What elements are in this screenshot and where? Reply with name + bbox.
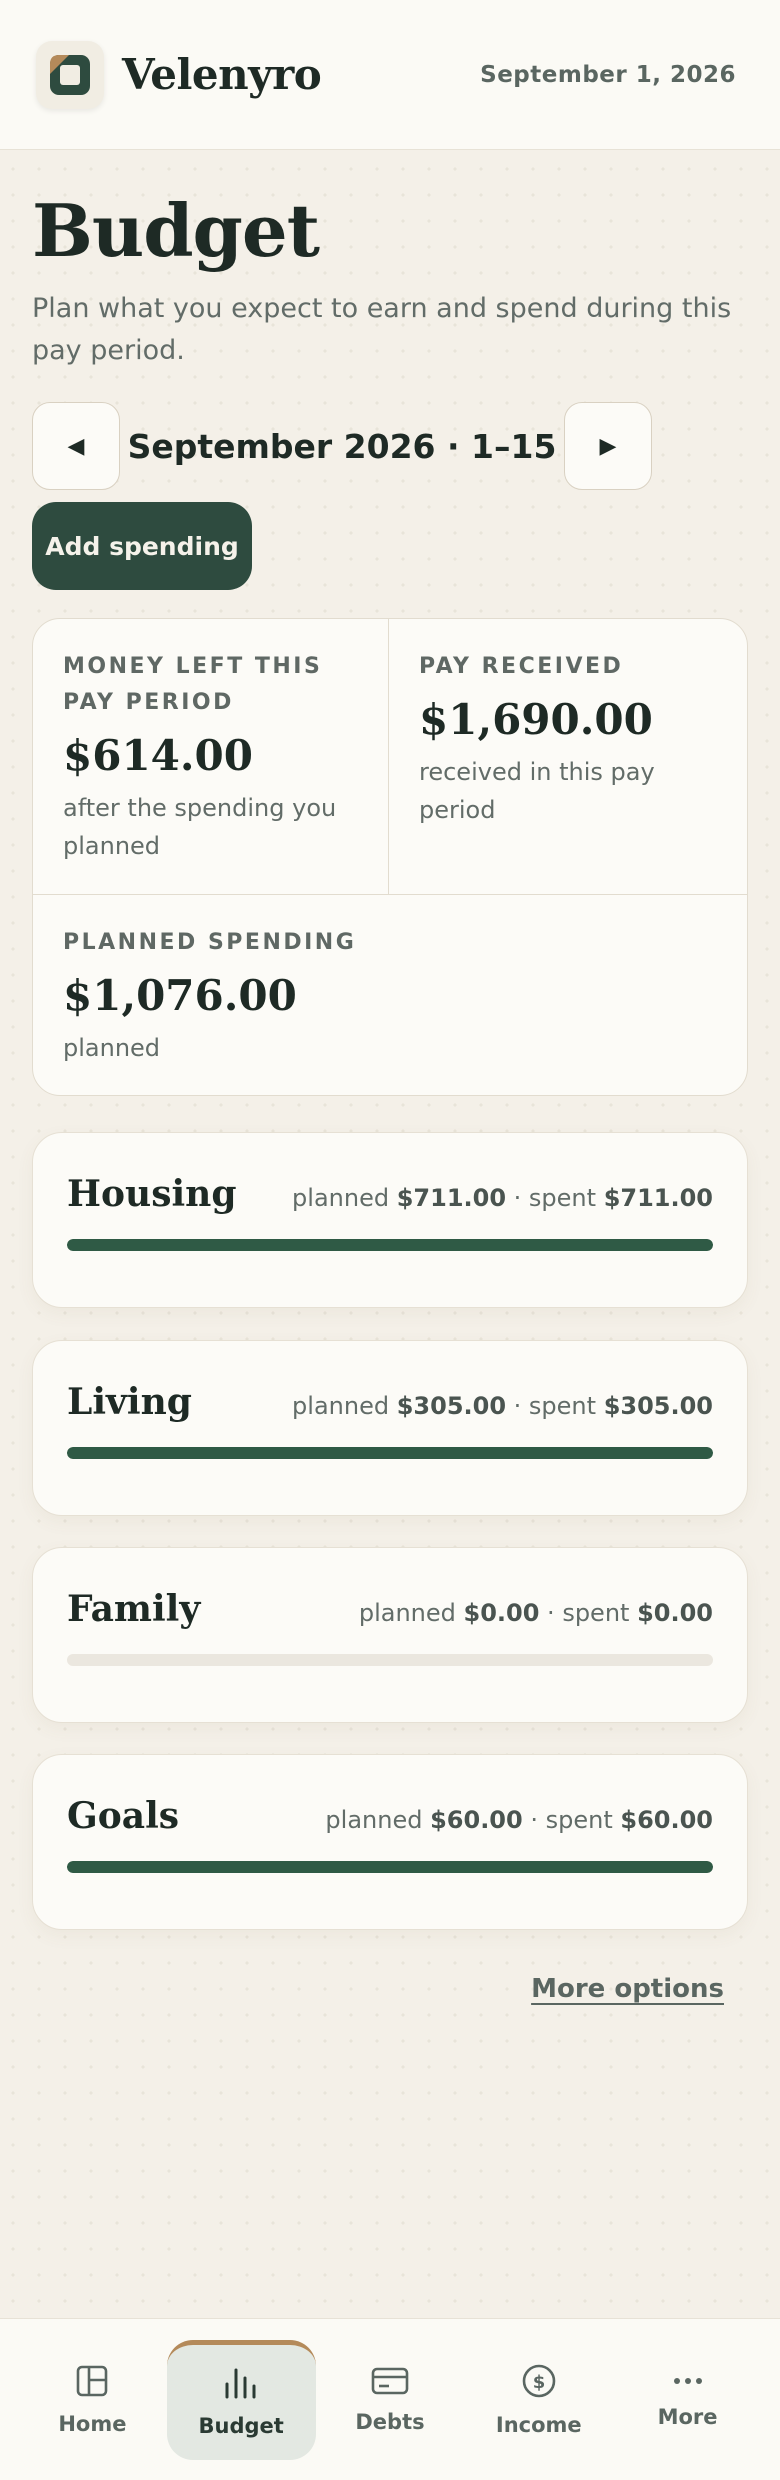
category-name: Living (67, 1381, 192, 1423)
category-amounts: planned $60.00 · spent $60.00 (325, 1806, 713, 1834)
category-progress-bar (67, 1654, 713, 1666)
next-period-button[interactable]: ▶ (563, 402, 652, 490)
planned-spending-note: planned (63, 1034, 161, 1062)
credit-card-icon (371, 2367, 409, 2394)
summary-card: MONEY LEFT THIS PAY PERIOD $614.00 after… (32, 618, 748, 1096)
planned-spending-cell: PLANNED SPENDING $1,076.00 planned (33, 895, 747, 1095)
nav-label: Budget (198, 2414, 284, 2438)
category-amounts: planned $305.00 · spent $305.00 (292, 1392, 713, 1420)
bar-chart-icon (225, 2368, 256, 2399)
category-amounts: planned $711.00 · spent $711.00 (292, 1184, 713, 1212)
nav-item-more[interactable]: More (613, 2340, 762, 2460)
dollar-circle-icon: $ (522, 2364, 556, 2397)
period-selector: ◀ September 2026 · 1–15 ▶ (32, 402, 652, 490)
nav-item-budget[interactable]: Budget (166, 2339, 316, 2460)
triangle-right-icon: ▶ (599, 433, 617, 459)
pay-received-label: PAY RECEIVED (419, 654, 624, 679)
category-name: Housing (67, 1173, 237, 1215)
page-subtitle: Plan what you expect to earn and spend d… (32, 293, 732, 366)
nav-item-income[interactable]: $ Income (464, 2340, 613, 2460)
money-left-label: MONEY LEFT THIS PAY PERIOD (63, 654, 323, 715)
category-progress-bar (67, 1239, 713, 1251)
money-left-cell: MONEY LEFT THIS PAY PERIOD $614.00 after… (33, 619, 389, 895)
category-card-family[interactable]: Family planned $0.00 · spent $0.00 (32, 1547, 748, 1723)
nav-label: Debts (355, 2409, 425, 2434)
add-spending-button[interactable]: Add spending (32, 502, 252, 590)
more-options-link[interactable]: More options (531, 1974, 724, 2004)
nav-item-home[interactable]: Home (18, 2340, 167, 2460)
pay-received-note: received in this pay period (419, 758, 655, 824)
category-progress-bar (67, 1447, 713, 1459)
pay-received-value: $1,690.00 (419, 695, 653, 744)
planned-spending-value: $1,076.00 (63, 971, 297, 1020)
category-card-housing[interactable]: Housing planned $711.00 · spent $711.00 (32, 1132, 748, 1308)
brand-name: Velenyro (122, 50, 322, 99)
ellipsis-icon (673, 2377, 702, 2384)
svg-text:$: $ (533, 2372, 546, 2393)
money-left-value: $614.00 (63, 731, 253, 780)
nav-item-debts[interactable]: Debts (316, 2340, 465, 2460)
category-amounts: planned $0.00 · spent $0.00 (358, 1599, 713, 1627)
category-name: Goals (67, 1795, 180, 1837)
current-date: September 1, 2026 (480, 61, 736, 88)
nav-label: Income (495, 2412, 582, 2437)
triangle-left-icon: ◀ (67, 433, 85, 459)
page-title: Budget (32, 188, 320, 273)
planned-spending-label: PLANNED SPENDING (63, 930, 357, 955)
layout-icon (77, 2365, 108, 2396)
brand[interactable]: Velenyro (36, 40, 322, 109)
progress-fill (67, 1447, 713, 1459)
pay-received-cell: PAY RECEIVED $1,690.00 received in this … (389, 619, 747, 895)
previous-period-button[interactable]: ◀ (32, 402, 120, 490)
app-header: Velenyro September 1, 2026 (0, 0, 780, 150)
progress-fill (67, 1861, 713, 1873)
progress-fill (67, 1239, 713, 1251)
brand-logo-icon (36, 40, 104, 109)
nav-label: Home (58, 2411, 127, 2436)
money-left-note: after the spending you planned (63, 794, 337, 860)
category-progress-bar (67, 1861, 713, 1873)
category-card-goals[interactable]: Goals planned $60.00 · spent $60.00 (32, 1754, 748, 1930)
nav-label: More (657, 2404, 718, 2429)
category-name: Family (67, 1588, 201, 1630)
period-label: September 2026 · 1–15 (127, 426, 557, 466)
bottom-nav: Home Budget Debts $ Income More (0, 2318, 780, 2480)
category-card-living[interactable]: Living planned $305.00 · spent $305.00 (32, 1340, 748, 1516)
